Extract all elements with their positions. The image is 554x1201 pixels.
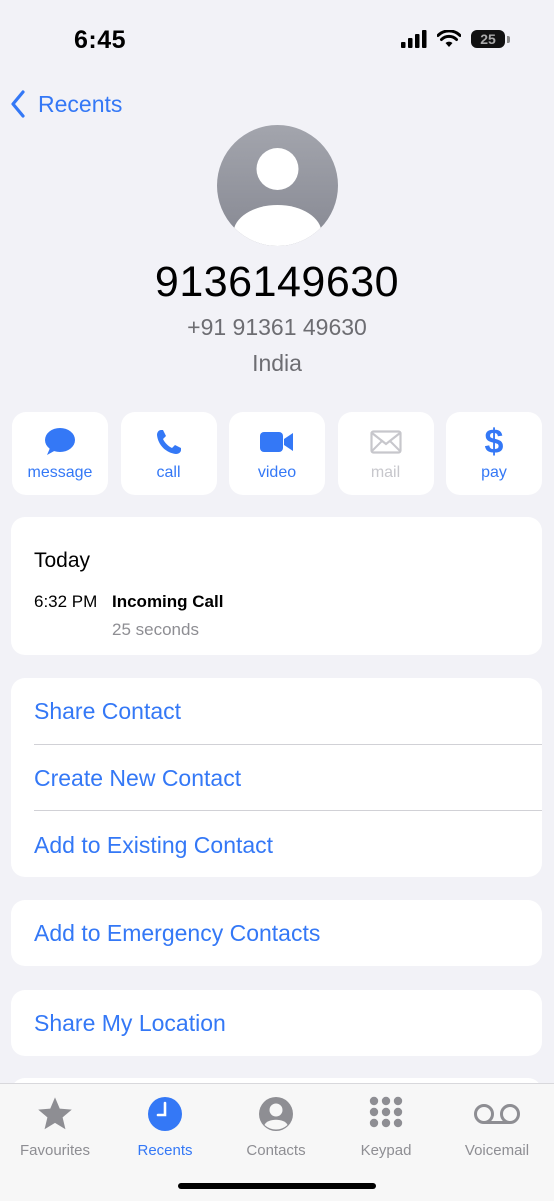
home-indicator [178,1183,376,1189]
tab-favourites-label: Favourites [19,1142,91,1159]
add-to-existing-contact-button[interactable]: Add to Existing Contact [34,832,273,859]
tab-contacts-label: Contacts [246,1142,306,1159]
divider [34,744,542,745]
contact-actions-card: Share Contact Create New Contact Add to … [11,678,542,877]
tab-voicemail-label: Voicemail [464,1142,530,1159]
clock-icon [148,1097,182,1131]
tab-keypad-label: Keypad [360,1142,412,1159]
location-card: Share My Location [11,990,542,1056]
divider [34,810,542,811]
back-button[interactable]: Recents [10,90,122,118]
voicemail-icon [474,1104,520,1124]
formatted-number: +91 91361 49630 [187,314,367,340]
status-time: 6:45 [74,26,127,54]
action-buttons: message call video mail $ pay [12,412,542,495]
pay-button[interactable]: $ pay [446,412,542,495]
tab-recents[interactable]: Recents [110,1092,220,1159]
mail-label: mail [370,464,401,481]
emergency-card: Add to Emergency Contacts [11,900,542,966]
add-emergency-contact-button[interactable]: Add to Emergency Contacts [34,920,320,947]
video-camera-icon [260,432,293,452]
country-label: India [252,350,302,376]
share-location-button[interactable]: Share My Location [34,1010,226,1037]
cellular-signal-icon [401,30,427,48]
tab-contacts[interactable]: Contacts [221,1092,331,1159]
tab-recents-label: Recents [137,1142,193,1159]
tab-keypad[interactable]: Keypad [331,1092,441,1159]
contact-avatar[interactable] [217,125,338,246]
wifi-icon [437,30,461,47]
tab-favourites[interactable]: Favourites [0,1092,110,1159]
star-icon [38,1097,72,1130]
call-label: call [156,464,181,481]
phone-icon [156,430,181,454]
message-bubble-icon [45,428,75,455]
history-day: Today [34,549,91,572]
call-duration: 25 seconds [112,620,199,639]
message-label: message [27,464,93,481]
pay-label: pay [481,464,507,481]
create-new-contact-button[interactable]: Create New Contact [34,765,241,792]
share-contact-button[interactable]: Share Contact [34,698,181,725]
video-label: video [257,464,297,481]
envelope-icon [369,430,402,454]
battery-icon: 25 [471,30,510,48]
message-button[interactable]: message [12,412,108,495]
dollar-icon: $ [484,423,504,461]
keypad-icon [369,1096,403,1128]
battery-level: 25 [471,30,505,48]
call-history-card: Today 6:32 PM Incoming Call 25 seconds [11,517,542,655]
person-circle-icon [259,1097,293,1131]
status-icons: 25 [401,30,510,48]
person-silhouette-icon [233,148,322,246]
call-button[interactable]: call [120,412,217,495]
tab-voicemail[interactable]: Voicemail [442,1092,552,1159]
back-label: Recents [38,90,123,117]
mail-button[interactable]: mail [337,412,434,495]
call-time: 6:32 PM [34,592,98,611]
chevron-left-icon [11,90,25,118]
call-type: Incoming Call [112,592,224,611]
contact-number-title: 9136149630 [154,258,400,306]
video-button[interactable]: video [229,412,325,495]
